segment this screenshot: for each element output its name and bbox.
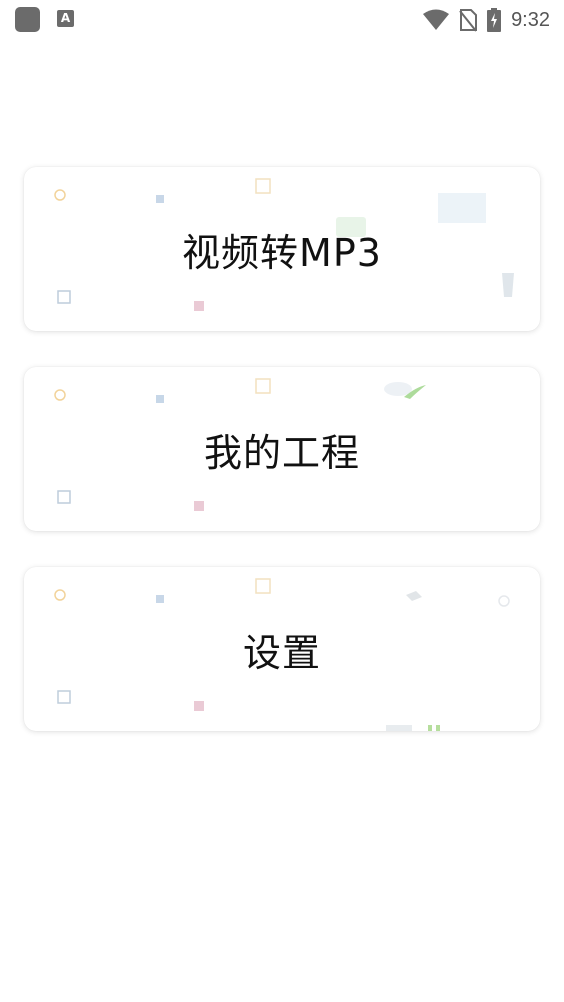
menu-label-settings: 设置 bbox=[242, 630, 321, 675]
status-bar: A 9:32 bbox=[0, 0, 564, 40]
menu-card-video-to-mp3[interactable]: 视频转MP3 bbox=[24, 167, 540, 331]
status-time: 9:32 bbox=[511, 8, 550, 31]
menu-label-video-to-mp3: 视频转MP3 bbox=[182, 230, 382, 275]
menu-label-my-projects: 我的工程 bbox=[203, 430, 360, 475]
no-sim-icon bbox=[459, 9, 478, 32]
keyboard-a-icon: A bbox=[57, 10, 74, 27]
wifi-icon bbox=[423, 9, 450, 30]
menu-card-my-projects[interactable]: 我的工程 bbox=[24, 367, 540, 531]
menu-card-settings[interactable]: 设置 bbox=[24, 567, 540, 731]
status-bar-right: 9:32 bbox=[423, 6, 550, 34]
app-square-icon bbox=[15, 7, 40, 32]
battery-charging-icon bbox=[487, 8, 502, 32]
